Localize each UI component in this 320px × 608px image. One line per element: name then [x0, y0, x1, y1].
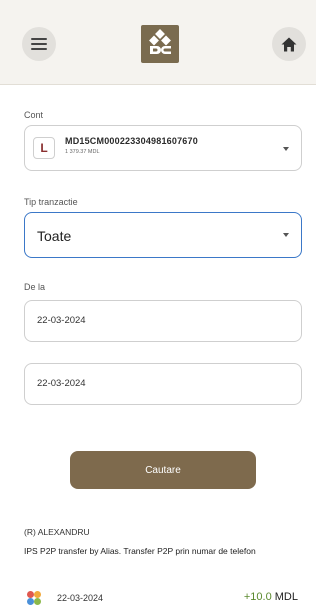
hamburger-menu-icon [31, 38, 47, 50]
date-from-field[interactable]: 22-03-2024 [24, 300, 302, 342]
transaction-name: (R) ALEXANDRU [24, 527, 90, 537]
account-select[interactable]: L MD15CM000223304981607670 1 379.37 MDL [24, 125, 302, 171]
chevron-down-icon [283, 147, 289, 151]
transaction-amount-value: +10.0 [243, 591, 272, 603]
menu-button[interactable] [22, 27, 56, 61]
transaction-currency: MDL [274, 591, 298, 603]
bank-logo-icon [149, 29, 171, 54]
transaction-date: 22-03-2024 [57, 593, 104, 603]
transaction-type-select[interactable]: Toate [24, 212, 302, 258]
transaction-amount: +10.0 MDL [244, 591, 298, 603]
home-icon [281, 37, 297, 51]
date-from-value: 22-03-2024 [37, 315, 86, 326]
home-button[interactable] [272, 27, 306, 61]
account-label: Cont [24, 110, 44, 120]
bank-logo[interactable] [141, 25, 179, 63]
transaction-type-label: Tip tranzactie [24, 197, 78, 207]
search-button[interactable]: Cautare [70, 451, 256, 489]
app-header [0, 0, 316, 85]
date-from-label: De la [24, 282, 46, 292]
transaction-description: IPS P2P transfer by Alias. Transfer P2P … [24, 546, 256, 556]
date-to-value: 22-03-2024 [37, 378, 86, 389]
account-balance: 1 379.37 MDL [65, 149, 100, 155]
account-avatar: L [33, 137, 55, 159]
p2p-transfer-icon [27, 591, 41, 605]
account-number: MD15CM000223304981607670 [65, 136, 198, 146]
date-to-field[interactable]: 22-03-2024 [24, 363, 302, 405]
chevron-down-icon [283, 233, 289, 237]
transaction-type-value: Toate [37, 228, 72, 244]
